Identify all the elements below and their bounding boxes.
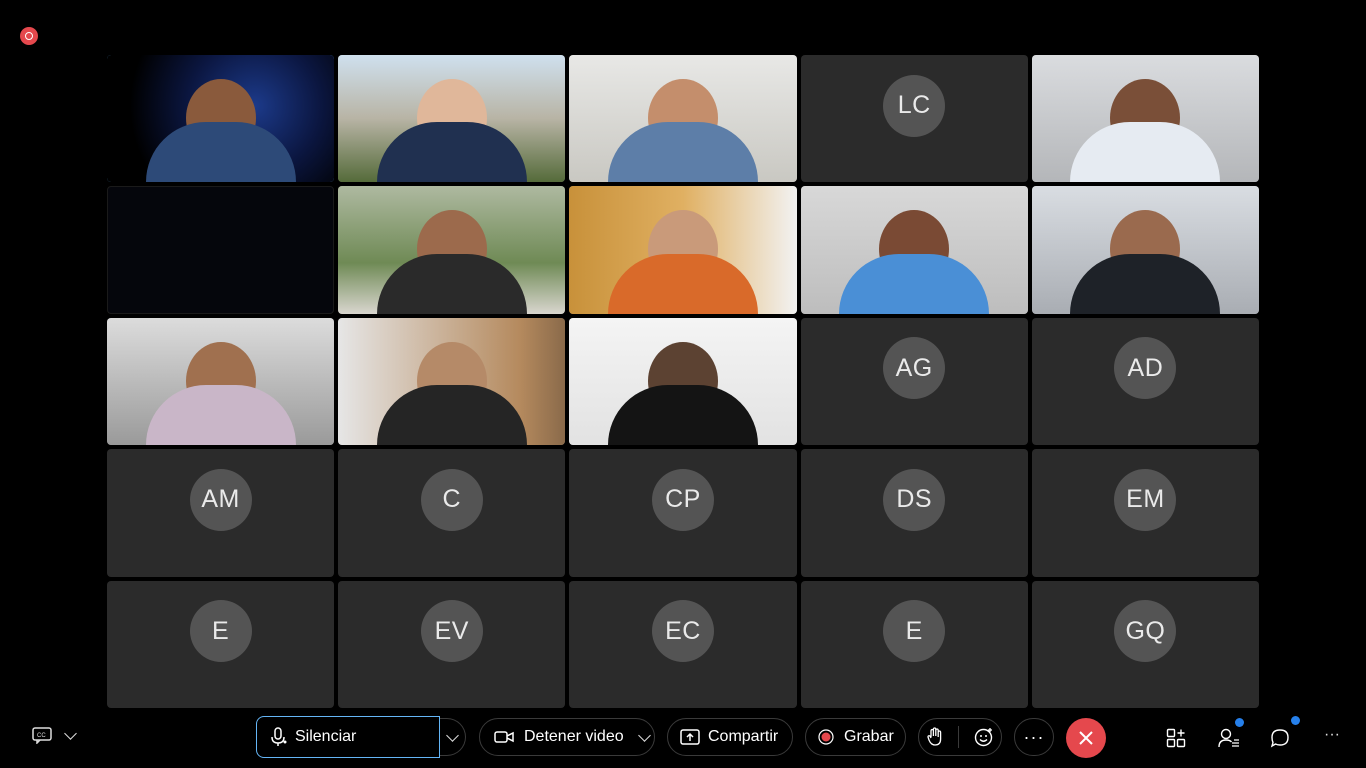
avatar: AG — [883, 337, 946, 400]
avatar: EM — [1114, 468, 1177, 531]
participant-tile[interactable] — [338, 55, 566, 183]
avatar: LC — [883, 74, 946, 137]
mute-button[interactable]: Silenciar — [256, 716, 440, 758]
participant-tile[interactable]: DS — [800, 449, 1028, 577]
avatar: GQ — [1114, 600, 1177, 663]
avatar: DS — [883, 468, 946, 531]
avatar: AD — [1114, 337, 1177, 400]
participant-tile[interactable]: AM — [107, 449, 335, 577]
participant-tile[interactable]: AG — [800, 317, 1028, 446]
participant-tile-self[interactable] — [107, 55, 335, 183]
participant-tile[interactable]: EC — [569, 580, 797, 708]
meeting-toolbar: CC Silenciar Detener video Compartir Gra… — [0, 714, 1366, 768]
chevron-down-icon — [64, 726, 77, 740]
emoji-reaction-icon[interactable] — [974, 727, 994, 747]
raise-hand-icon[interactable] — [926, 727, 944, 747]
participant-tile[interactable] — [107, 317, 335, 446]
more-icon: ··· — [1023, 726, 1045, 747]
participant-tile[interactable]: C — [338, 449, 566, 577]
video-camera-icon — [494, 731, 514, 743]
avatar: E — [189, 600, 252, 663]
notification-badge — [1291, 716, 1300, 725]
share-screen-icon — [680, 729, 700, 745]
chevron-down-icon — [637, 728, 651, 742]
recording-indicator-icon — [20, 27, 38, 45]
record-icon — [818, 729, 834, 745]
apps-icon — [1166, 728, 1186, 748]
participants-icon — [1218, 728, 1239, 748]
captions-button[interactable]: CC — [32, 726, 77, 744]
participants-button[interactable] — [1218, 718, 1244, 753]
participant-tile[interactable]: LC — [800, 55, 1028, 183]
participant-grid: LC AG AD AM C CP DS EM E EV EC E GQ — [107, 55, 1259, 708]
avatar: E — [883, 600, 946, 663]
participant-tile[interactable] — [1031, 186, 1259, 314]
participant-tile[interactable]: E — [800, 580, 1028, 708]
avatar: AM — [189, 468, 252, 531]
mute-options-button[interactable] — [440, 718, 466, 756]
chat-icon — [1270, 729, 1289, 748]
participant-tile[interactable] — [338, 186, 566, 314]
share-label: Compartir — [708, 728, 779, 745]
closed-captions-icon: CC — [32, 727, 52, 744]
stop-video-label: Detener video — [524, 728, 624, 745]
avatar: EC — [651, 600, 714, 663]
participant-tile[interactable] — [338, 317, 566, 446]
avatar: EV — [420, 600, 483, 663]
apps-button[interactable] — [1166, 728, 1186, 753]
avatar: C — [420, 468, 483, 531]
microphone-icon — [271, 727, 287, 746]
participant-tile[interactable] — [1031, 55, 1259, 183]
close-icon — [1079, 731, 1093, 745]
mute-label: Silenciar — [295, 728, 357, 745]
participant-tile[interactable] — [107, 186, 335, 314]
avatar: CP — [651, 468, 714, 531]
notification-badge — [1235, 718, 1244, 727]
participant-tile[interactable]: CP — [569, 449, 797, 577]
reactions-group — [918, 718, 1002, 756]
share-button[interactable]: Compartir — [667, 718, 793, 756]
participant-tile[interactable]: GQ — [1031, 580, 1259, 708]
chat-button[interactable] — [1270, 716, 1300, 753]
participant-tile[interactable]: EV — [338, 580, 566, 708]
participant-tile[interactable] — [569, 186, 797, 314]
record-button[interactable]: Grabar — [805, 718, 906, 756]
more-icon: ··· — [1324, 726, 1340, 743]
stop-video-button[interactable]: Detener video — [479, 718, 655, 756]
participant-tile[interactable] — [569, 317, 797, 446]
participant-tile[interactable] — [800, 186, 1028, 314]
end-call-button[interactable] — [1066, 718, 1106, 758]
record-label: Grabar — [844, 728, 894, 745]
more-options-button[interactable]: ··· — [1014, 718, 1054, 756]
participant-tile[interactable]: EM — [1031, 449, 1259, 577]
overflow-menu-button[interactable]: ··· — [1324, 726, 1340, 744]
participant-tile[interactable]: E — [107, 580, 335, 708]
participant-tile[interactable]: AD — [1031, 317, 1259, 446]
participant-tile[interactable] — [569, 55, 797, 183]
divider — [958, 726, 960, 748]
svg-text:CC: CC — [37, 733, 46, 739]
chevron-down-icon — [446, 728, 459, 742]
